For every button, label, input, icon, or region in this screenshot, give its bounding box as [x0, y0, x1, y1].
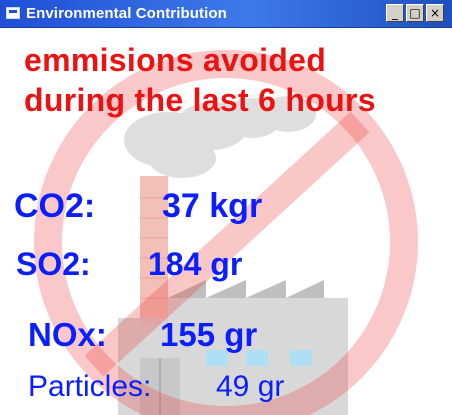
- window-app-icon[interactable]: [6, 7, 20, 19]
- content-area: emmisions avoided during the last 6 hour…: [0, 28, 452, 415]
- particles-stat: Particles: 49 gr: [28, 370, 284, 404]
- particles-value: 49 gr: [216, 370, 285, 403]
- minimize-icon: _: [392, 6, 398, 20]
- so2-stat: SO2: 184 gr: [16, 246, 242, 283]
- close-button[interactable]: ×: [426, 4, 444, 22]
- so2-value: 184 gr: [148, 246, 243, 282]
- co2-stat: CO2: 37 kgr: [14, 187, 262, 226]
- window-controls: _ □ ×: [386, 4, 444, 22]
- particles-label: Particles:: [28, 370, 152, 403]
- headline: emmisions avoided during the last 6 hour…: [24, 42, 376, 118]
- so2-label: SO2:: [16, 246, 91, 282]
- nox-label: NOx:: [28, 316, 107, 353]
- environmental-contribution-window: Environmental Contribution _ □ × emmisio…: [0, 0, 452, 415]
- maximize-button[interactable]: □: [406, 4, 424, 22]
- title-bar[interactable]: Environmental Contribution _ □ ×: [0, 0, 452, 28]
- nox-stat: NOx: 155 gr: [28, 316, 257, 354]
- minimize-button[interactable]: _: [386, 4, 404, 22]
- close-icon: ×: [429, 6, 441, 20]
- co2-label: CO2:: [14, 187, 96, 225]
- window-title: Environmental Contribution: [26, 5, 227, 22]
- maximize-icon: □: [409, 6, 421, 20]
- nox-value: 155 gr: [160, 316, 258, 353]
- co2-value: 37 kgr: [162, 187, 263, 225]
